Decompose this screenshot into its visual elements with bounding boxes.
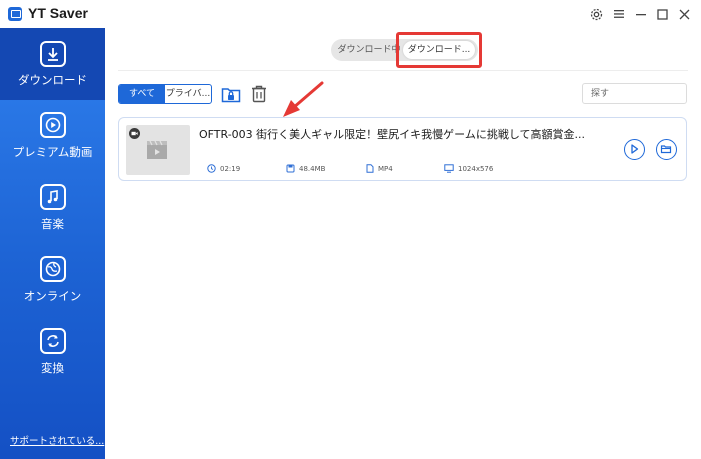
annotation-arrow (283, 81, 324, 117)
video-format: MP4 (378, 164, 393, 173)
sidebar-item-label: 変換 (41, 361, 64, 375)
sidebar-item-convert[interactable]: 変換 (0, 316, 105, 388)
video-list-item[interactable]: OFTR-003 街行く美人ギャル限定！壁尻イキ我慢ゲームに挑戦して高額賞金..… (118, 117, 687, 181)
video-duration: 02:19 (220, 164, 241, 173)
duration-meta: 02:19 (207, 164, 240, 173)
supported-sites-link[interactable]: サポートされている... (10, 433, 104, 447)
video-title: OFTR-003 街行く美人ギャル限定！壁尻イキ我慢ゲームに挑戦して高額賞金..… (199, 128, 585, 141)
video-size: 48.4MB (299, 164, 326, 173)
video-camera-icon (129, 128, 140, 139)
video-placeholder-icon (147, 140, 167, 159)
app-logo-icon (8, 7, 22, 21)
clock-icon (207, 164, 216, 173)
file-format-icon (366, 164, 374, 173)
hamburger-icon[interactable] (611, 6, 627, 22)
format-meta: MP4 (366, 164, 393, 173)
open-folder-button[interactable] (656, 139, 677, 160)
tab-downloading[interactable]: ダウンロード中 (335, 39, 403, 61)
size-meta: 48.4MB (286, 164, 325, 173)
title-bar: YT Saver (0, 0, 701, 28)
trash-icon[interactable] (250, 84, 268, 104)
app-title: YT Saver (28, 5, 88, 21)
sidebar: ダウンロード プレミアム動画 音楽 オンライン 変換 サポートされている... (0, 28, 105, 459)
close-icon[interactable] (676, 6, 692, 22)
video-resolution: 1024x576 (458, 164, 494, 173)
divider (118, 70, 688, 71)
file-size-icon (286, 164, 295, 173)
resolution-meta: 1024x576 (444, 164, 493, 173)
folder-icon (660, 145, 672, 154)
globe-icon (40, 256, 66, 282)
sidebar-item-label: オンライン (23, 289, 82, 303)
play-icon (631, 144, 639, 154)
sidebar-item-download[interactable]: ダウンロード (0, 28, 105, 100)
sidebar-item-label: 音楽 (41, 217, 64, 231)
minimize-icon[interactable] (633, 6, 649, 22)
play-button[interactable] (624, 139, 645, 160)
maximize-icon[interactable] (654, 6, 670, 22)
search-input[interactable] (582, 83, 687, 104)
filter-segmented-control: すべて プライバ... (118, 84, 212, 104)
sidebar-item-label: ダウンロード (18, 73, 87, 87)
video-thumbnail (126, 125, 190, 175)
annotation-highlight-box (396, 32, 482, 68)
gear-icon[interactable] (588, 6, 604, 22)
sidebar-item-music[interactable]: 音楽 (0, 172, 105, 244)
convert-icon (40, 328, 66, 354)
lock-folder-icon[interactable] (221, 84, 241, 104)
play-icon (40, 112, 66, 138)
sidebar-item-online[interactable]: オンライン (0, 244, 105, 316)
filter-all-button[interactable]: すべて (119, 85, 165, 103)
monitor-icon (444, 164, 454, 173)
sidebar-item-label: プレミアム動画 (12, 145, 93, 159)
sidebar-item-premium[interactable]: プレミアム動画 (0, 100, 105, 172)
music-icon (40, 184, 66, 210)
filter-private-button[interactable]: プライバ... (165, 85, 211, 103)
download-icon (40, 41, 66, 67)
